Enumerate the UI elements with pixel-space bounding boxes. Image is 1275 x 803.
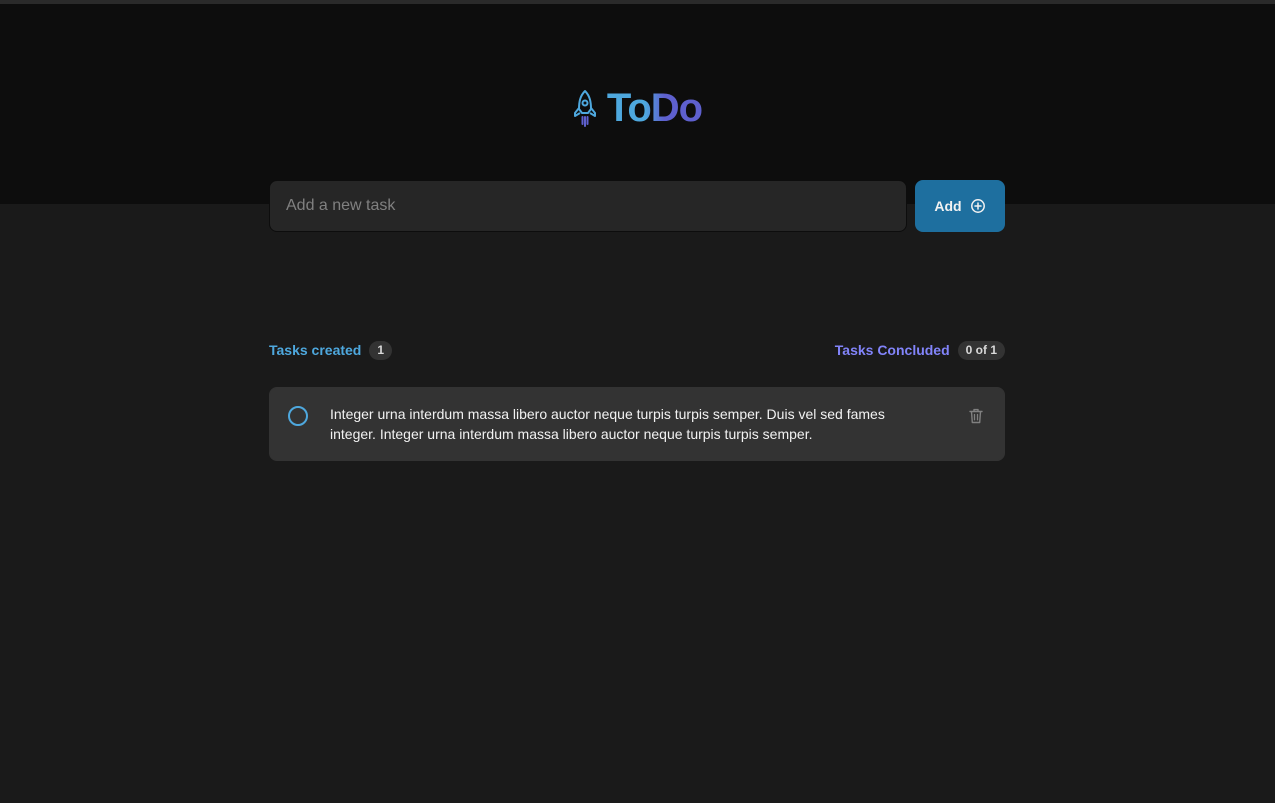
tasks-created-label: Tasks created — [269, 342, 362, 358]
tasks-created-badge: 1 — [369, 340, 393, 360]
tasks-concluded-badge: 0 of 1 — [957, 340, 1005, 360]
circle-icon — [288, 406, 308, 426]
delete-task-button[interactable] — [964, 404, 988, 428]
plus-circle-icon — [970, 199, 985, 213]
app-logo: ToDo — [0, 86, 1275, 130]
task-text: Integer urna interdum massa libero aucto… — [330, 406, 885, 442]
task-list: Integer urna interdum massa libero aucto… — [269, 387, 1005, 461]
tasks-concluded-label: Tasks Concluded — [834, 342, 950, 358]
new-task-input[interactable] — [269, 180, 907, 232]
add-task-button[interactable]: Add — [915, 180, 1005, 232]
trash-icon — [969, 408, 983, 424]
add-button-label: Add — [934, 198, 962, 214]
app-title-part-to: To — [606, 86, 651, 130]
app-title-part-do: Do — [650, 86, 703, 130]
task-complete-toggle[interactable] — [286, 404, 310, 428]
task-item: Integer urna interdum massa libero aucto… — [269, 387, 1005, 461]
tasks-created-counter: Tasks created 1 — [269, 340, 393, 360]
app-title: ToDo — [607, 86, 702, 130]
app-header: ToDo — [0, 4, 1275, 204]
new-task-form: Add — [269, 180, 1005, 232]
rocket-icon — [573, 90, 596, 127]
task-counters: Tasks created 1 Tasks Concluded 0 of 1 — [269, 340, 1005, 360]
tasks-concluded-counter: Tasks Concluded 0 of 1 — [834, 340, 1005, 360]
